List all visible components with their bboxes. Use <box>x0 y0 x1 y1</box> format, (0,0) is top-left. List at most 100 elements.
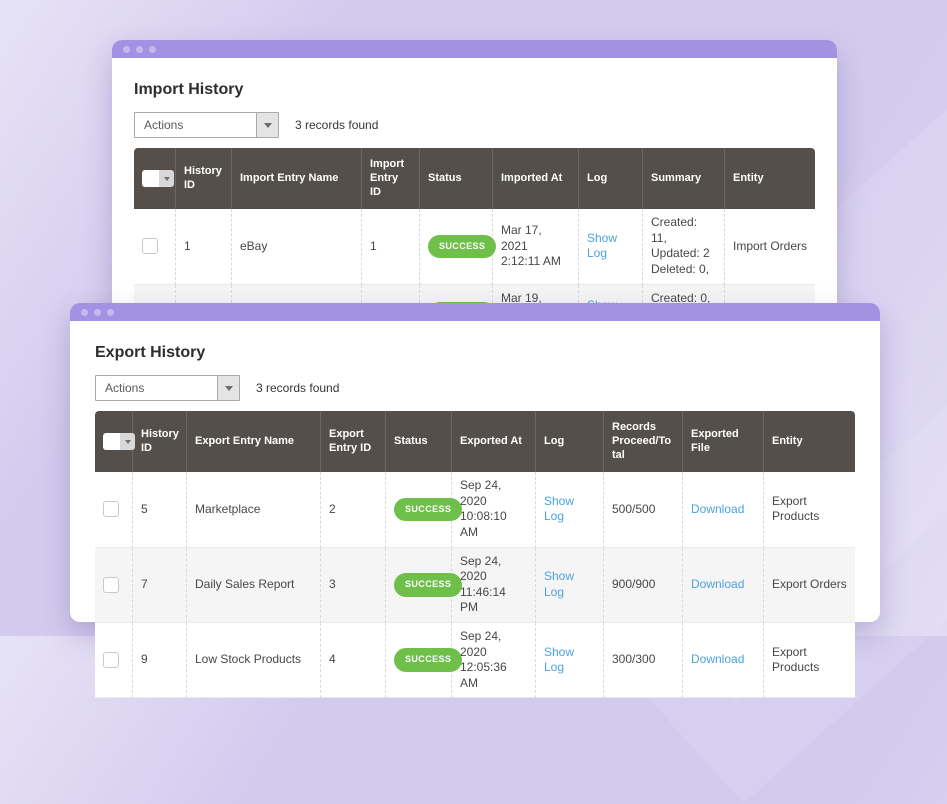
entry-id-cell: 3 <box>321 548 386 623</box>
column-header-export-entry-name[interactable]: Export Entry Name <box>187 411 321 472</box>
export-actions-row: Actions 3 records found <box>95 375 855 401</box>
column-header-entity[interactable]: Entity <box>764 411 855 472</box>
show-log-link[interactable]: Show Log <box>544 494 574 524</box>
column-header-exported-at[interactable]: Exported At <box>452 411 536 472</box>
column-header-export-entry-id[interactable]: Export Entry ID <box>321 411 386 472</box>
window-dot-icon <box>94 309 101 316</box>
export-window-titlebar <box>70 303 880 321</box>
row-checkbox[interactable] <box>103 501 119 517</box>
log-cell: Show Log <box>536 548 604 623</box>
column-header-log[interactable]: Log <box>536 411 604 472</box>
table-row: 5 Marketplace 2 SUCCESS Sep 24, 2020 10:… <box>95 472 855 547</box>
column-header-records-proceed-total[interactable]: Records Proceed/Total <box>604 411 683 472</box>
import-window-titlebar <box>112 40 837 58</box>
column-header-history-id[interactable]: History ID <box>176 148 232 209</box>
actions-select-value: Actions <box>135 113 256 137</box>
window-dot-icon <box>136 46 143 53</box>
checkbox-cell <box>95 548 133 623</box>
select-all-control[interactable] <box>142 170 174 187</box>
column-header-import-entry-name[interactable]: Import Entry Name <box>232 148 362 209</box>
select-all-control[interactable] <box>103 433 135 450</box>
window-dot-icon <box>107 309 114 316</box>
page-title: Import History <box>134 80 815 100</box>
import-actions-row: Actions 3 records found <box>134 112 815 138</box>
entry-name-cell: Marketplace <box>187 472 321 547</box>
export-table-header-row: History ID Export Entry Name Export Entr… <box>95 411 855 472</box>
status-badge: SUCCESS <box>428 235 496 259</box>
column-header-status[interactable]: Status <box>386 411 452 472</box>
summary-cell: Created: 11, Updated: 2 Deleted: 0, <box>643 209 725 284</box>
entity-cell: Export Products <box>764 623 855 698</box>
column-header-imported-at[interactable]: Imported At <box>493 148 579 209</box>
checkbox-cell <box>95 472 133 547</box>
column-header-history-id[interactable]: History ID <box>133 411 187 472</box>
status-badge: SUCCESS <box>394 573 462 597</box>
checkbox-cell <box>95 623 133 698</box>
select-arrow-button[interactable] <box>256 113 278 137</box>
column-header-exported-file[interactable]: Exported File <box>683 411 764 472</box>
entry-name-cell: eBay <box>232 209 362 284</box>
records-cell: 300/300 <box>604 623 683 698</box>
status-cell: SUCCESS <box>386 623 452 698</box>
actions-select[interactable]: Actions <box>134 112 279 138</box>
page-title: Export History <box>95 343 855 363</box>
exported-at-cell: Sep 24, 2020 11:46:14 PM <box>452 548 536 623</box>
row-checkbox[interactable] <box>103 577 119 593</box>
download-link[interactable]: Download <box>691 577 744 591</box>
entry-name-cell: Daily Sales Report <box>187 548 321 623</box>
exported-at-cell: Sep 24, 2020 12:05:36 AM <box>452 623 536 698</box>
file-cell: Download <box>683 548 764 623</box>
status-badge: SUCCESS <box>394 498 462 522</box>
entry-name-cell: Low Stock Products <box>187 623 321 698</box>
window-dot-icon <box>149 46 156 53</box>
export-window-body: Export History Actions 3 records found <box>70 343 880 698</box>
row-checkbox[interactable] <box>142 238 158 254</box>
entity-cell: Import Orders <box>725 209 815 284</box>
show-log-link[interactable]: Show Log <box>587 231 617 261</box>
select-all-checkbox[interactable] <box>142 170 159 187</box>
caret-down-icon <box>264 123 272 128</box>
row-checkbox[interactable] <box>103 652 119 668</box>
download-link[interactable]: Download <box>691 502 744 516</box>
actions-select[interactable]: Actions <box>95 375 240 401</box>
column-header-summary[interactable]: Summary <box>643 148 725 209</box>
show-log-link[interactable]: Show Log <box>544 645 574 675</box>
records-cell: 900/900 <box>604 548 683 623</box>
entry-id-cell: 2 <box>321 472 386 547</box>
status-badge: SUCCESS <box>394 648 462 672</box>
status-cell: SUCCESS <box>420 209 493 284</box>
records-cell: 500/500 <box>604 472 683 547</box>
select-all-header-cell <box>95 411 133 472</box>
records-found-text: 3 records found <box>295 118 378 132</box>
column-header-log[interactable]: Log <box>579 148 643 209</box>
history-id-cell: 9 <box>133 623 187 698</box>
window-dot-icon <box>81 309 88 316</box>
table-row: 1 eBay 1 SUCCESS Mar 17, 2021 2:12:11 AM… <box>134 209 815 284</box>
column-header-entity[interactable]: Entity <box>725 148 815 209</box>
actions-select-value: Actions <box>96 376 217 400</box>
log-cell: Show Log <box>536 623 604 698</box>
status-cell: SUCCESS <box>386 472 452 547</box>
file-cell: Download <box>683 623 764 698</box>
imported-at-cell: Mar 17, 2021 2:12:11 AM <box>493 209 579 284</box>
column-header-status[interactable]: Status <box>420 148 493 209</box>
caret-down-icon <box>164 177 170 181</box>
history-id-cell: 7 <box>133 548 187 623</box>
export-history-table: History ID Export Entry Name Export Entr… <box>95 411 855 698</box>
select-all-dropdown[interactable] <box>159 170 174 187</box>
entry-id-cell: 4 <box>321 623 386 698</box>
records-found-text: 3 records found <box>256 381 339 395</box>
column-header-import-entry-id[interactable]: Import Entry ID <box>362 148 420 209</box>
show-log-link[interactable]: Show Log <box>544 569 574 599</box>
caret-down-icon <box>125 440 131 444</box>
table-row: 7 Daily Sales Report 3 SUCCESS Sep 24, 2… <box>95 548 855 623</box>
select-all-dropdown[interactable] <box>120 433 135 450</box>
caret-down-icon <box>225 386 233 391</box>
select-arrow-button[interactable] <box>217 376 239 400</box>
status-cell: SUCCESS <box>386 548 452 623</box>
export-history-window: Export History Actions 3 records found <box>70 303 880 622</box>
window-dot-icon <box>123 46 130 53</box>
table-row: 9 Low Stock Products 4 SUCCESS Sep 24, 2… <box>95 623 855 698</box>
download-link[interactable]: Download <box>691 652 744 666</box>
select-all-checkbox[interactable] <box>103 433 120 450</box>
